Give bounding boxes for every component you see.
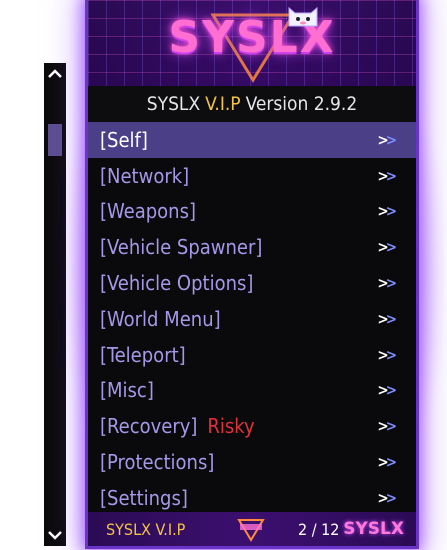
menu-item-recovery[interactable]: [Recovery] Risky >> xyxy=(88,408,416,444)
menu-item-label: [Teleport] xyxy=(100,342,186,367)
menu-footer: SYSLX V.I.P 2 / 12 SYSLX xyxy=(88,512,416,546)
chevron-right-icon: >> xyxy=(377,166,397,185)
menu-item-label: [Self] xyxy=(100,127,148,152)
mod-menu-panel: SYSLX SYSLX V.I.P Version 2.9.2 [Self] >… xyxy=(88,0,416,546)
menu-item-label: [Weapons] xyxy=(100,199,196,224)
menu-item-network[interactable]: [Network] >> xyxy=(88,158,416,194)
chevron-right-icon: >> xyxy=(377,274,397,293)
menu-item-protections[interactable]: [Protections] >> xyxy=(88,444,416,480)
cat-icon xyxy=(288,6,318,27)
chevron-right-icon: >> xyxy=(377,309,397,328)
chevron-right-icon: >> xyxy=(377,238,397,257)
title-vip: V.I.P xyxy=(205,93,241,115)
menu-item-teleport[interactable]: [Teleport] >> xyxy=(88,337,416,373)
menu-item-world-menu[interactable]: [World Menu] >> xyxy=(88,301,416,337)
menu-item-vehicle-options[interactable]: [Vehicle Options] >> xyxy=(88,265,416,301)
title-prefix: SYSLX xyxy=(146,93,201,115)
footer-logo: SYSLX xyxy=(343,519,404,539)
scrollbar[interactable] xyxy=(44,63,66,546)
chevron-right-icon: >> xyxy=(377,202,397,221)
logo: SYSLX xyxy=(168,12,336,63)
menu-item-label: [Vehicle Options] xyxy=(100,271,254,296)
menu-options-list: [Self] >> [Network] >> [Weapons] >> [Veh… xyxy=(88,122,416,516)
menu-item-label: [Recovery] xyxy=(100,414,198,439)
menu-item-settings[interactable]: [Settings] >> xyxy=(88,480,416,516)
menu-item-label: [Misc] xyxy=(100,378,154,403)
menu-item-weapons[interactable]: [Weapons] >> xyxy=(88,194,416,230)
chevron-up-icon[interactable] xyxy=(44,63,66,85)
menu-item-vehicle-spawner[interactable]: [Vehicle Spawner] >> xyxy=(88,229,416,265)
chevron-right-icon: >> xyxy=(377,345,397,364)
menu-title: SYSLX V.I.P Version 2.9.2 xyxy=(88,86,416,122)
mini-logo-icon xyxy=(237,519,265,542)
menu-item-self[interactable]: [Self] >> xyxy=(88,122,416,158)
footer-brand: SYSLX V.I.P xyxy=(106,519,186,539)
chevron-right-icon: >> xyxy=(377,130,397,149)
menu-item-label: [Settings] xyxy=(100,485,188,510)
scroll-thumb[interactable] xyxy=(48,124,62,156)
chevron-down-icon[interactable] xyxy=(44,524,66,546)
chevron-right-icon: >> xyxy=(377,417,397,436)
menu-item-misc[interactable]: [Misc] >> xyxy=(88,373,416,409)
title-version: Version 2.9.2 xyxy=(245,93,358,115)
risky-badge: Risky xyxy=(207,414,255,439)
chevron-right-icon: >> xyxy=(377,381,397,400)
chevron-right-icon: >> xyxy=(377,488,397,507)
menu-item-label: [Protections] xyxy=(100,450,215,475)
menu-item-label: [Network] xyxy=(100,163,190,188)
page-indicator: 2 / 12 xyxy=(298,519,340,539)
chevron-right-icon: >> xyxy=(377,453,397,472)
menu-item-label: [Vehicle Spawner] xyxy=(100,235,263,260)
menu-item-label: [World Menu] xyxy=(100,306,221,331)
header-banner: SYSLX xyxy=(88,0,416,86)
